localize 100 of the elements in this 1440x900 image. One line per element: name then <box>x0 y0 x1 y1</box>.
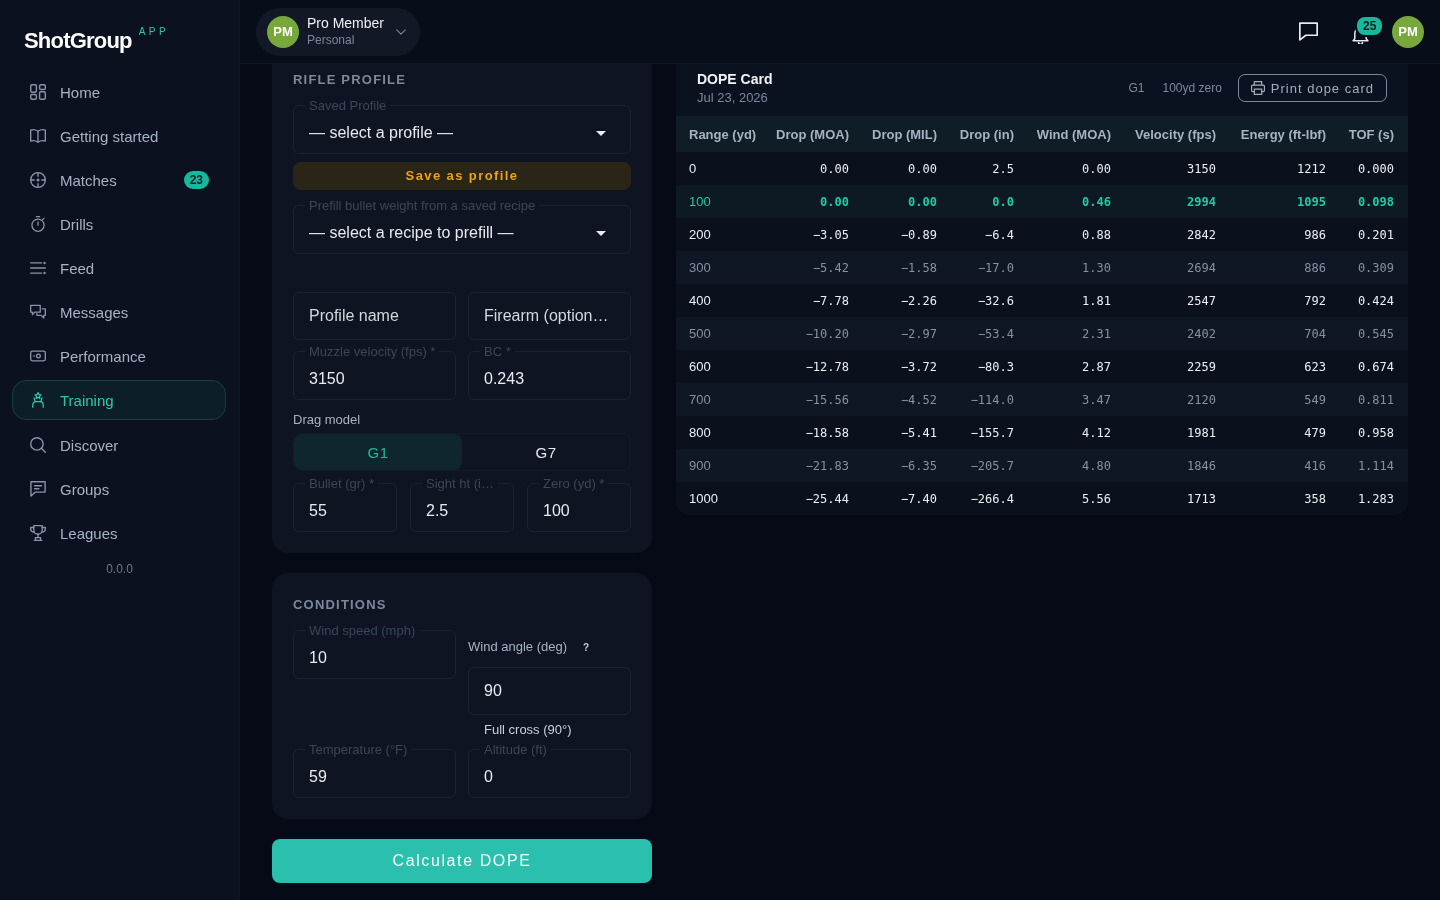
caret-icon <box>596 130 606 136</box>
table-cell: 200 <box>676 218 767 251</box>
text-input[interactable]: 10 <box>305 638 441 678</box>
nav-item[interactable]: Home <box>12 72 226 112</box>
helper-text: Full cross (90°) <box>483 722 573 738</box>
logo-tag: APP <box>138 26 170 38</box>
table-cell: 1.81 <box>1026 284 1123 317</box>
text-input[interactable]: Firearm (option… <box>480 293 616 339</box>
card-title: DOPE Card <box>697 70 773 88</box>
table-cell: −7.78 <box>767 284 861 317</box>
table-cell: −155.7 <box>949 416 1026 449</box>
table-cell: 0.88 <box>1026 218 1123 251</box>
zero-text: 100yd zero <box>1162 81 1222 95</box>
table-cell: 986 <box>1228 218 1338 251</box>
table-cell: 2994 <box>1123 185 1228 218</box>
table-cell: −0.89 <box>861 218 949 251</box>
list-icon <box>30 260 46 276</box>
printer-icon <box>1250 81 1265 95</box>
table-cell: 1846 <box>1123 449 1228 482</box>
stopwatch-icon <box>30 216 46 232</box>
table-cell: 0.000 <box>1338 152 1408 185</box>
notifications-button[interactable]: 25 <box>1344 13 1386 50</box>
text-input[interactable]: 2.5 <box>422 491 499 531</box>
avatar: PM <box>267 15 299 48</box>
nav-item[interactable]: Training <box>12 380 226 420</box>
nav-item[interactable]: Feed <box>12 248 226 288</box>
help-mark[interactable]: ? <box>583 641 590 653</box>
text-input[interactable]: 0.243 <box>480 359 616 399</box>
crosshair-icon <box>30 172 46 188</box>
column-header: TOF (s) <box>1338 116 1408 152</box>
nav-item[interactable]: Messages <box>12 292 226 332</box>
nav-item[interactable]: Drills <box>12 204 226 244</box>
table-cell: −2.97 <box>861 317 949 350</box>
input-field[interactable]: Profile name <box>293 292 456 340</box>
table-cell: −10.20 <box>767 317 861 350</box>
table-cell: 0 <box>676 152 767 185</box>
text-input[interactable]: 55 <box>305 491 382 531</box>
table-cell: −32.6 <box>949 284 1026 317</box>
table-cell: −53.4 <box>949 317 1026 350</box>
nav-item[interactable]: Discover <box>12 425 226 465</box>
table-cell: 700 <box>676 383 767 416</box>
table-cell: −6.4 <box>949 218 1026 251</box>
table-cell: 0.424 <box>1338 284 1408 317</box>
column-header: Velocity (fps) <box>1123 116 1228 152</box>
text-input[interactable]: 3150 <box>305 359 441 399</box>
table-cell: 0.545 <box>1338 317 1408 350</box>
grid-icon <box>30 84 46 100</box>
table-cell: 1.30 <box>1026 251 1123 284</box>
logo[interactable]: ShotGroup <box>24 28 132 54</box>
table-cell: 0.201 <box>1338 218 1408 251</box>
table-cell: 2694 <box>1123 251 1228 284</box>
drag-model-text: G1 <box>1128 81 1145 95</box>
nav-item[interactable]: Groups <box>12 469 226 509</box>
table-cell: 800 <box>676 416 767 449</box>
table-cell: 792 <box>1228 284 1338 317</box>
caret-icon <box>596 230 606 236</box>
table-cell: 886 <box>1228 251 1338 284</box>
table-cell: 1.114 <box>1338 449 1408 482</box>
table-cell: 900 <box>676 449 767 482</box>
input-field[interactable]: Firearm (option… <box>468 292 631 340</box>
column-header: Energy (ft-lbf) <box>1228 116 1338 152</box>
table-cell: 0.098 <box>1338 185 1408 218</box>
chevron-down-icon <box>396 28 407 35</box>
text-input[interactable]: 0 <box>480 757 616 797</box>
table-cell: −1.58 <box>861 251 949 284</box>
table-cell: 2842 <box>1123 218 1228 251</box>
version-text: 0.0.0 <box>105 561 134 577</box>
table-cell: 2120 <box>1123 383 1228 416</box>
table-cell: −12.78 <box>767 350 861 383</box>
table-cell: 0.0 <box>949 185 1026 218</box>
drag-model-option[interactable]: G1 <box>294 434 462 470</box>
table-cell: 3.47 <box>1026 383 1123 416</box>
nav-item[interactable]: Leagues <box>12 513 226 553</box>
table-cell: 0.674 <box>1338 350 1408 383</box>
trophy-icon <box>30 525 46 541</box>
table-cell: −80.3 <box>949 350 1026 383</box>
text-input[interactable]: 100 <box>539 491 616 531</box>
nav-item[interactable]: Getting started <box>12 116 226 156</box>
drag-model-option[interactable]: G7 <box>462 434 630 470</box>
text-input[interactable]: 59 <box>305 757 441 797</box>
search-icon <box>30 437 46 453</box>
input-field[interactable]: 90 <box>468 667 631 715</box>
table-cell: −5.42 <box>767 251 861 284</box>
account-switcher[interactable]: PM Pro Member Personal <box>256 7 421 56</box>
print-button[interactable]: Print dope card <box>1237 74 1387 102</box>
table-cell: −5.41 <box>861 416 949 449</box>
save-profile-button[interactable]: Save as profile <box>293 162 631 190</box>
notification-badge: 25 <box>1355 14 1385 37</box>
table-cell: 3150 <box>1123 152 1228 185</box>
text-input[interactable]: 90 <box>480 668 616 714</box>
text-input[interactable]: Profile name <box>305 293 441 339</box>
table-cell: −205.7 <box>949 449 1026 482</box>
table-cell: −15.56 <box>767 383 861 416</box>
table-cell: 0.958 <box>1338 416 1408 449</box>
table-cell: −114.0 <box>949 383 1026 416</box>
speech-bubble-icon <box>30 481 46 497</box>
table-cell: 1212 <box>1228 152 1338 185</box>
section-title: RIFLE PROFILE <box>293 72 408 88</box>
nav-item[interactable]: Performance <box>12 336 226 376</box>
nav-item[interactable]: Matches 23 <box>12 160 226 200</box>
